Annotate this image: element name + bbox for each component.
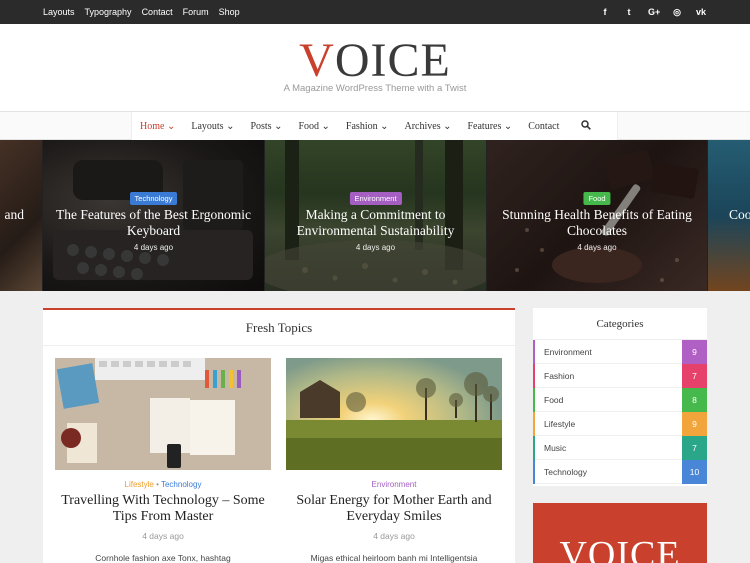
nav-item-posts[interactable]: Posts ⌄: [242, 121, 290, 132]
logo-rest: OICE: [334, 34, 451, 87]
desk-image: [55, 358, 271, 470]
category-row-environment[interactable]: Environment 9: [533, 339, 707, 364]
post-excerpt: Cornhole fashion axe Tonx, hashtag: [95, 553, 231, 563]
category-row-technology[interactable]: Technology 10: [533, 459, 707, 484]
nav-item-food[interactable]: Food ⌄: [290, 121, 337, 132]
category-row-lifestyle[interactable]: Lifestyle 9: [533, 411, 707, 436]
nav-item-home[interactable]: Home ⌄: [132, 121, 183, 132]
category-count-badge: 7: [682, 363, 707, 388]
featured-slider: and Technology The Features of the Best …: [0, 140, 750, 291]
slide-keyboard[interactable]: Technology The Features of the Best Ergo…: [43, 140, 264, 291]
slide-edge-left[interactable]: and: [0, 140, 42, 291]
slide-edge-right[interactable]: Coo: [708, 140, 750, 291]
post-categories: Lifestyle • Technology: [55, 480, 271, 489]
post-thumbnail[interactable]: [286, 358, 502, 470]
category-count-badge: 10: [682, 459, 707, 484]
nav-item-fashion[interactable]: Fashion ⌄: [338, 121, 397, 132]
main-nav: Home ⌄ Layouts ⌄ Posts ⌄ Food ⌄ Fashion …: [131, 112, 618, 140]
nav-item-features[interactable]: Features ⌄: [459, 121, 520, 132]
ad-logo-text: VOICE: [559, 534, 681, 563]
post-date: 4 days ago: [373, 531, 415, 541]
fresh-topics-heading: Fresh Topics: [43, 310, 515, 346]
post-date: 4 days ago: [142, 531, 184, 541]
slide-category-badge[interactable]: Technology: [129, 192, 178, 205]
slide-date: 4 days ago: [133, 243, 174, 252]
instagram-icon[interactable]: ◎: [672, 7, 682, 18]
post-category-environment[interactable]: Environment: [372, 480, 417, 489]
slide-date: 4 days ago: [577, 243, 617, 252]
categories-heading: Categories: [533, 308, 707, 340]
slide-edge-right-title: Coo: [729, 207, 750, 222]
vk-icon[interactable]: vk: [696, 7, 706, 18]
top-nav: Layouts Typography Contact Forum Shop: [43, 7, 240, 17]
google-plus-icon[interactable]: G+: [648, 7, 660, 18]
top-nav-typography[interactable]: Typography: [85, 7, 132, 17]
post-category-technology[interactable]: Technology: [161, 480, 201, 489]
category-separator: •: [153, 480, 161, 489]
logo-v: V: [299, 34, 335, 87]
post-excerpt: Migas ethical heirloom banh mi Intellige…: [310, 553, 478, 563]
category-row-music[interactable]: Music 7: [533, 435, 707, 460]
post-title[interactable]: Solar Energy for Mother Earth and Everyd…: [286, 493, 502, 525]
post-card[interactable]: Lifestyle • Technology Travelling With T…: [55, 358, 271, 563]
top-bar: Layouts Typography Contact Forum Shop f …: [0, 0, 750, 24]
slide-title[interactable]: Making a Commitment to Environmental Sus…: [273, 207, 478, 239]
top-nav-contact[interactable]: Contact: [142, 7, 173, 17]
search-icon[interactable]: [573, 119, 599, 133]
post-categories: Environment: [286, 480, 502, 489]
category-row-food[interactable]: Food 8: [533, 387, 707, 412]
slide-title[interactable]: The Features of the Best Ergonomic Keybo…: [51, 207, 256, 239]
slide-edge-left-title: and: [4, 207, 25, 222]
top-nav-forum[interactable]: Forum: [183, 7, 209, 17]
slide-environment[interactable]: Environment Making a Commitment to Envir…: [265, 140, 486, 291]
category-row-fashion[interactable]: Fashion 7: [533, 363, 707, 388]
social-links: f t G+ ◎ vk: [600, 7, 707, 18]
nav-item-layouts[interactable]: Layouts ⌄: [183, 121, 242, 132]
post-thumbnail[interactable]: [55, 358, 271, 470]
category-count-badge: 8: [682, 387, 707, 412]
site-header: VOICE A Magazine WordPress Theme with a …: [0, 24, 750, 112]
top-nav-layouts[interactable]: Layouts: [43, 7, 75, 17]
nav-item-archives[interactable]: Archives ⌄: [396, 121, 459, 132]
fresh-topics-section: Fresh Topics Lifestyle • Technology Trav…: [43, 308, 515, 563]
voice-ad-banner[interactable]: VOICE: [533, 503, 707, 563]
slide-date: 4 days ago: [355, 243, 396, 252]
slide-category-badge[interactable]: Environment: [349, 192, 402, 205]
site-tagline: A Magazine WordPress Theme with a Twist: [283, 83, 467, 94]
categories-widget: Categories Environment 9 Fashion 7 Food 8 L…: [533, 308, 707, 486]
category-count-badge: 7: [682, 435, 707, 460]
top-nav-shop[interactable]: Shop: [219, 7, 240, 17]
facebook-icon[interactable]: f: [600, 7, 610, 18]
nav-item-contact[interactable]: Contact: [520, 121, 567, 132]
slide-food[interactable]: Food Stunning Health Benefits of Eating …: [487, 140, 707, 291]
category-count-badge: 9: [682, 411, 707, 436]
sunset-field-image: [286, 358, 502, 470]
category-count-badge: 9: [682, 339, 707, 364]
post-category-lifestyle[interactable]: Lifestyle: [125, 480, 154, 489]
slide-category-badge[interactable]: Food: [583, 192, 611, 205]
post-title[interactable]: Travelling With Technology – Some Tips F…: [55, 493, 271, 525]
twitter-icon[interactable]: t: [624, 7, 634, 18]
post-card[interactable]: Environment Solar Energy for Mother Eart…: [286, 358, 502, 563]
slide-title[interactable]: Stunning Health Benefits of Eating Choco…: [495, 207, 699, 239]
site-logo[interactable]: VOICE: [0, 35, 750, 87]
